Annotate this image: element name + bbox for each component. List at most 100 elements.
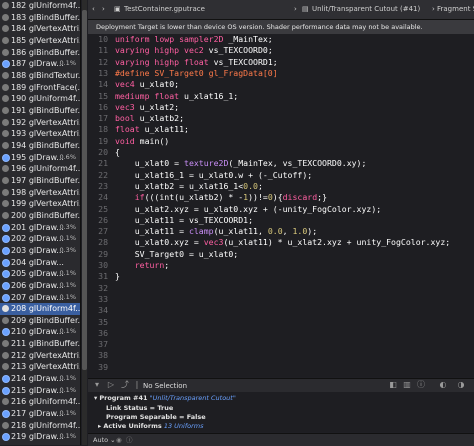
code-line[interactable]: 29 SV_Target0 = u_xlat0; <box>88 249 474 260</box>
code-token: ))!= <box>248 192 268 203</box>
code-line[interactable]: 34 <box>88 305 474 316</box>
sidebar-item[interactable]: 193 glVertexAttri... <box>0 128 80 140</box>
sidebar-item[interactable]: 213 glVertexAttri... <box>0 361 80 373</box>
sidebar-item[interactable]: 211 glBindBuffer... <box>0 338 80 350</box>
code-line[interactable]: 26 u_xlat11 = vs_TEXCOORD1; <box>88 215 474 226</box>
sidebar-item[interactable]: 189 glFrontFace(... <box>0 82 80 94</box>
back-icon[interactable]: ‹ <box>92 0 95 19</box>
code-line[interactable]: 30 return; <box>88 260 474 271</box>
print-icon[interactable]: ◧ <box>388 380 398 390</box>
code-token: mediump float <box>115 90 185 101</box>
sidebar-item[interactable]: 188 glBindTextur... <box>0 70 80 82</box>
sidebar-item[interactable]: 186 glBindBuffer... <box>0 47 80 59</box>
breadcrumb-program[interactable]: Unlit/Transparent Cutout (#41) <box>312 0 420 19</box>
api-call-icon <box>2 83 9 91</box>
disclosure-down-icon[interactable]: ▾ <box>94 394 97 402</box>
sidebar-item[interactable]: 207 glDraw... 0.1% <box>0 292 80 304</box>
active-uniforms-row[interactable]: ▸ Active Uniforms 13 Uniforms <box>98 421 204 431</box>
code-line[interactable]: 14 vec4 u_xlat0; <box>88 79 474 90</box>
shader-source-editor[interactable]: 10 uniform lowp sampler2D _MainTex; 11 vary… <box>88 34 474 377</box>
sidebar-item[interactable]: 212 glVertexAttri... <box>0 350 80 362</box>
code-line[interactable]: 10 uniform lowp sampler2D _MainTex; <box>88 34 474 45</box>
code-line[interactable]: 17 bool u_xlatb2; <box>88 113 474 124</box>
code-line[interactable]: 38 <box>88 350 474 361</box>
sidebar-scrollbar[interactable] <box>82 0 87 445</box>
sidebar-item[interactable]: 216 glUniform4f... <box>0 396 80 408</box>
code-line[interactable]: 37 <box>88 339 474 350</box>
sidebar-item[interactable]: 191 glBindBuffer... <box>0 105 80 117</box>
hide-panel-icon[interactable]: ▾ <box>92 380 102 390</box>
code-line[interactable]: 36 <box>88 328 474 339</box>
eye-icon[interactable]: ◉ <box>116 434 122 446</box>
sidebar-item[interactable]: 197 glBindBuffer... <box>0 175 80 187</box>
code-token: bool <box>115 113 140 124</box>
code-line[interactable]: 31} <box>88 271 474 282</box>
code-line[interactable]: 11 varying highp vec2 vs_TEXCOORD0; <box>88 45 474 56</box>
sidebar-item[interactable]: 218 glUniform4f... <box>0 420 80 432</box>
info-icon[interactable]: ⓘ <box>416 380 426 390</box>
sidebar-item[interactable]: 199 glVertexAttri... <box>0 198 80 210</box>
program-row[interactable]: ▾ Program #41 "Unlit/Transparent Cutout" <box>94 393 236 403</box>
code-token: main() <box>139 135 170 146</box>
jump-icon[interactable]: ⤴ <box>120 380 130 390</box>
code-line[interactable]: 21 u_xlat0 = texture2D(_MainTex, vs_TEXC… <box>88 158 474 169</box>
sidebar-item[interactable]: 217 glDraw... 0.1% <box>0 408 80 420</box>
sidebar-item[interactable]: 204 glDraw... <box>0 257 80 269</box>
sidebar-item[interactable]: 198 glVertexAttri... <box>0 187 80 199</box>
code-line[interactable]: 12 varying highp float vs_TEXCOORD1; <box>88 57 474 68</box>
code-line[interactable]: 33 <box>88 294 474 305</box>
code-line[interactable]: 23 u_xlatb2 = u_xlat16_1<0.0; <box>88 181 474 192</box>
sidebar-item[interactable]: 184 glVertexAttri... <box>0 23 80 35</box>
sidebar-item[interactable]: 203 glDraw... 0.3% <box>0 245 80 257</box>
code-line[interactable]: 18 float u_xlat11; <box>88 124 474 135</box>
sidebar-item[interactable]: 205 glDraw... 0.1% <box>0 268 80 280</box>
bottom-bar: Auto ⌄ ◉ ⓘ <box>88 433 474 446</box>
breadcrumb-shader[interactable]: Fragment Shader <box>437 0 474 19</box>
sidebar-item[interactable]: 200 glBindBuffer... <box>0 210 80 222</box>
code-line[interactable]: 13 #define SV_Target0 gl_FragData[0] <box>88 68 474 79</box>
code-line[interactable]: 28 u_xlat0.xyz = vec3(u_xlat11) * u_xlat… <box>88 237 474 248</box>
code-line[interactable]: 39 <box>88 362 474 373</box>
sidebar-item[interactable]: 209 glBindBuffer... <box>0 315 80 327</box>
disclosure-right-icon[interactable]: ▸ <box>98 422 101 430</box>
sidebar-item[interactable]: 215 glDraw... 0.1% <box>0 385 80 397</box>
sidebar-item[interactable]: 206 glDraw... 0.1% <box>0 280 80 292</box>
sidebar-item[interactable]: 183 glBindBuffer... <box>0 12 80 24</box>
sidebar-item[interactable]: 187 glDraw... 0.1% <box>0 58 80 70</box>
sidebar-item[interactable]: 182 glUniform4f... <box>0 0 80 12</box>
mode-selector[interactable]: Auto ⌄ <box>93 434 116 446</box>
code-line[interactable]: 15 mediump float u_xlat16_1; <box>88 91 474 102</box>
sidebar-item[interactable]: 190 glUniform4f... <box>0 93 80 105</box>
code-line[interactable]: 16 vec3 u_xlat2; <box>88 102 474 113</box>
layout-icon[interactable]: ▥ <box>402 380 412 390</box>
sidebar-item[interactable]: 214 glDraw... 0.1% <box>0 373 80 385</box>
sidebar-item[interactable]: 194 glBindBuffer... <box>0 140 80 152</box>
split-right-icon[interactable]: ◑ <box>456 380 466 390</box>
sidebar-item[interactable]: 219 glDraw... 0.1% <box>0 431 80 443</box>
code-line[interactable]: 27 u_xlat11 = clamp(u_xlat11, 0.0, 1.0); <box>88 226 474 237</box>
split-left-icon[interactable]: ◐ <box>438 380 448 390</box>
forward-icon[interactable]: › <box>102 0 105 19</box>
code-line[interactable]: 22 u_xlat16_1 = u_xlat0.w + (-_Cutoff); <box>88 170 474 181</box>
code-line[interactable]: 32 <box>88 283 474 294</box>
scrollbar-thumb[interactable] <box>82 10 87 370</box>
sidebar-item[interactable]: 201 glDraw... 0.3% <box>0 222 80 234</box>
sidebar-item[interactable]: 185 glVertexAttri... <box>0 35 80 47</box>
code-line[interactable]: 19 void main() <box>88 136 474 147</box>
code-token: u_xlat11 = <box>115 226 189 237</box>
breadcrumb-trace-file[interactable]: TestContainer.gputrace <box>124 0 205 19</box>
code-line[interactable]: 20 { <box>88 147 474 158</box>
code-line[interactable]: 24 if(((int(u_xlatb2) * -1))!=0){discard… <box>88 192 474 203</box>
sidebar-item[interactable]: 192 glVertexAttri... <box>0 117 80 129</box>
sidebar-item[interactable]: 202 glDraw... 0.1% <box>0 233 80 245</box>
code-line[interactable]: 25 u_xlat2.xyz = u_xlat0.xyz + (-unity_F… <box>88 204 474 215</box>
sidebar-item[interactable]: 210 glDraw... 0.1% <box>0 326 80 338</box>
sidebar-item[interactable]: 195 glDraw... 0.6% <box>0 152 80 164</box>
info-circle-icon[interactable]: ⓘ <box>126 434 133 446</box>
code-text: #define SV_Target0 gl_FragData[0] <box>115 68 278 79</box>
sidebar-item[interactable]: 208 glUniform4f... <box>0 303 80 315</box>
sidebar-item[interactable]: 196 glUniform4f... <box>0 163 80 175</box>
code-line[interactable]: 35 <box>88 317 474 328</box>
line-number: 29 <box>98 248 108 259</box>
step-icon[interactable]: ▷ <box>106 380 116 390</box>
